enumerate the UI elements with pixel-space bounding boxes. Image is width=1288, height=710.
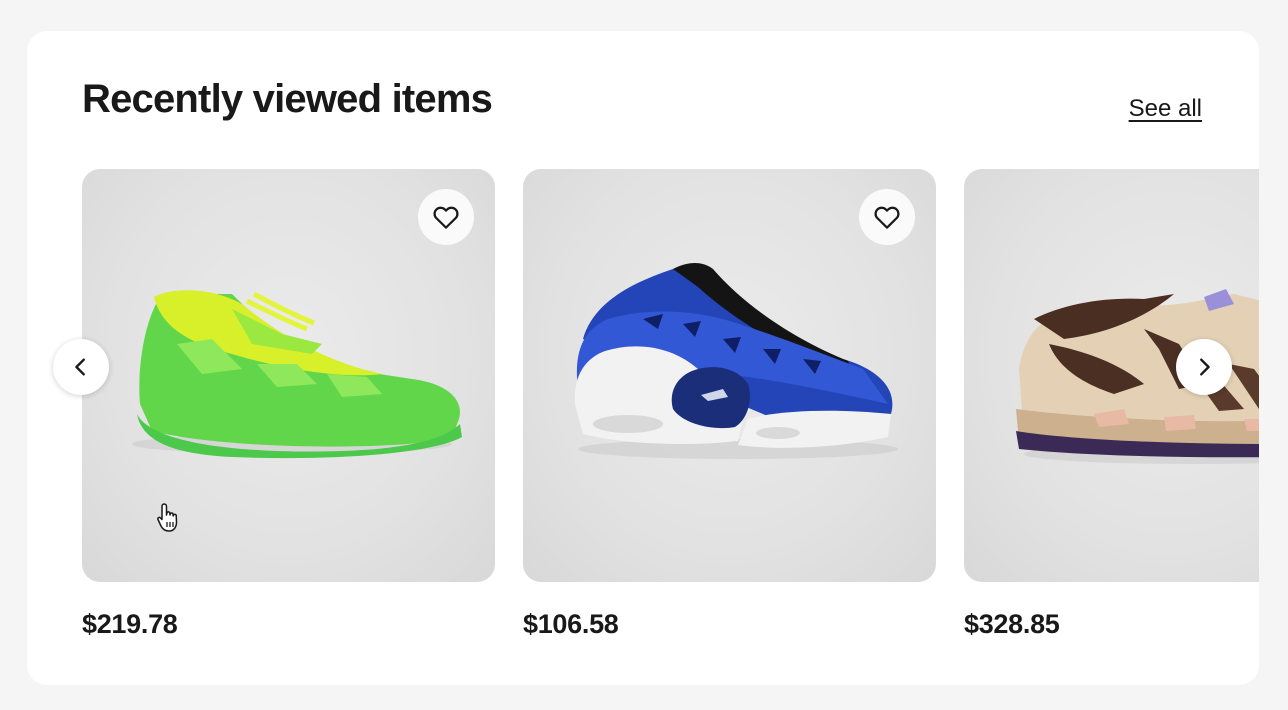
item-card[interactable]: $106.58 xyxy=(523,169,936,649)
items-carousel: $219.78 $106.58 $328.85 xyxy=(82,169,1259,649)
hand-pointer-cursor-icon xyxy=(157,503,178,532)
item-price[interactable]: $328.85 xyxy=(964,609,1060,640)
section-title: Recently viewed items xyxy=(82,77,493,121)
item-card[interactable]: $219.78 xyxy=(82,169,495,649)
add-to-watchlist-button[interactable] xyxy=(418,189,474,245)
item-price[interactable]: $106.58 xyxy=(523,609,619,640)
carousel-prev-button[interactable] xyxy=(53,339,109,395)
heart-outline-icon xyxy=(874,206,900,229)
recently-viewed-section: Recently viewed items See all $219.78 $1… xyxy=(27,31,1259,685)
heart-outline-icon xyxy=(433,206,459,229)
chevron-left-icon xyxy=(75,358,85,376)
chevron-right-icon xyxy=(1200,358,1210,376)
carousel-next-button[interactable] xyxy=(1176,339,1232,395)
add-to-watchlist-button[interactable] xyxy=(859,189,915,245)
see-all-link[interactable]: See all xyxy=(1129,95,1202,123)
item-price[interactable]: $219.78 xyxy=(82,609,178,640)
item-card[interactable]: $328.85 xyxy=(964,169,1259,649)
